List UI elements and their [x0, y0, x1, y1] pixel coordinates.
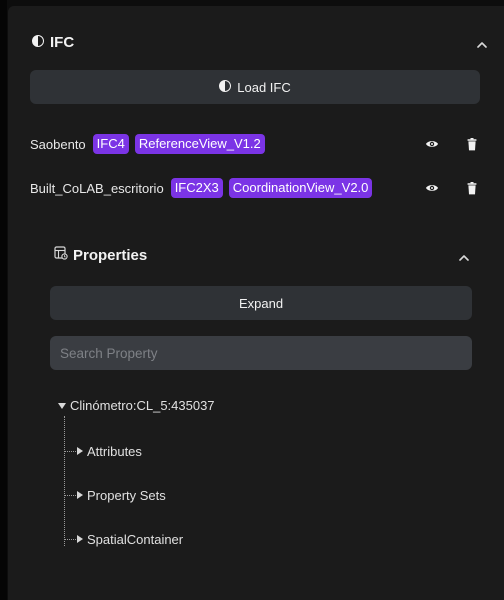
tree-node-property-sets[interactable]: Property Sets: [64, 486, 166, 504]
delete-model-button[interactable]: [464, 180, 480, 196]
ifc-cube-icon: [219, 79, 232, 95]
model-row: Built_CoLAB_escritorio IFC2X3 Coordinati…: [30, 176, 504, 200]
trash-icon: [467, 137, 477, 150]
properties-section-title[interactable]: Properties: [54, 246, 147, 264]
tree-connector: [64, 538, 76, 540]
properties-table-icon: [54, 246, 68, 264]
expand-button[interactable]: Expand: [50, 286, 472, 320]
expand-label: Expand: [238, 295, 284, 311]
ifc-collapse-button[interactable]: [470, 34, 494, 54]
chevron-up-icon: [477, 41, 487, 48]
toggle-visibility-button[interactable]: [424, 180, 440, 196]
tree-node-label: Attributes: [87, 443, 142, 459]
schema-tag: IFC4: [92, 134, 129, 154]
tree-node-attributes[interactable]: Attributes: [64, 442, 142, 460]
tree-root-label: Clinómetro:CL_5:435037: [70, 398, 215, 413]
tree-connector-line: [64, 416, 65, 546]
tree-connector: [64, 450, 76, 452]
view-tag: ReferenceView_V1.2: [134, 134, 265, 154]
caret-right-icon: [77, 447, 83, 455]
tree-root-node[interactable]: Clinómetro:CL_5:435037: [58, 398, 215, 413]
properties-collapse-button[interactable]: [454, 248, 474, 266]
search-property-input[interactable]: [50, 336, 472, 370]
load-ifc-button[interactable]: Load IFC: [30, 70, 480, 104]
caret-right-icon: [77, 535, 83, 543]
left-edge-strip: [0, 0, 7, 600]
model-name: Saobento: [30, 136, 86, 152]
tree-node-spatial-container[interactable]: SpatialContainer: [64, 530, 183, 548]
ifc-title-label: IFC: [50, 34, 75, 51]
ifc-section-title[interactable]: IFC: [32, 34, 74, 51]
toggle-visibility-button[interactable]: [424, 136, 440, 152]
chevron-up-icon: [459, 254, 469, 261]
view-tag: CoordinationView_V2.0: [228, 178, 373, 198]
delete-model-button[interactable]: [464, 136, 480, 152]
trash-icon: [467, 181, 477, 194]
caret-down-icon: [58, 402, 66, 409]
model-name: Built_CoLAB_escritorio: [30, 180, 164, 196]
eye-icon: [426, 185, 438, 191]
tree-node-label: Property Sets: [87, 487, 166, 503]
ifc-cube-icon: [32, 34, 44, 51]
tree-connector: [64, 494, 76, 496]
model-row: Saobento IFC4 ReferenceView_V1.2: [30, 132, 504, 156]
tree-node-label: SpatialContainer: [87, 531, 184, 547]
load-ifc-label: Load IFC: [237, 79, 291, 95]
properties-title-label: Properties: [73, 246, 148, 264]
caret-right-icon: [77, 491, 83, 499]
schema-tag: IFC2X3: [170, 178, 223, 198]
eye-icon: [426, 141, 438, 147]
ifc-panel: IFC Load IFC Saobento IFC4 ReferenceView…: [8, 6, 504, 600]
